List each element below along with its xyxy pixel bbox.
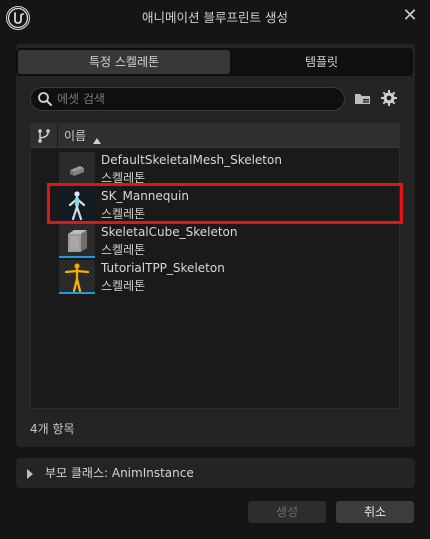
- sort-ascending-icon: [93, 133, 101, 147]
- parent-class-label: 부모 클래스: AnimInstance: [45, 466, 194, 480]
- cube-thumbnail-icon: [59, 224, 95, 258]
- asset-type: 스켈레톤: [101, 243, 146, 257]
- thumbnail-type-bar: [59, 292, 95, 294]
- selection-highlight-box: [47, 183, 403, 224]
- asset-name: SkeletalCube_Skeleton: [101, 225, 238, 239]
- parent-class-expander[interactable]: 부모 클래스: AnimInstance: [16, 458, 415, 488]
- header-divider: [57, 124, 58, 148]
- list-item[interactable]: TutorialTPP_Skeleton 스켈레톤: [31, 258, 399, 294]
- cancel-button[interactable]: 취소: [336, 501, 414, 523]
- list-item[interactable]: SkeletalCube_Skeleton 스켈레톤: [31, 222, 399, 258]
- tab-specific-skeleton[interactable]: 특정 스켈레톤: [18, 50, 230, 74]
- asset-name: DefaultSkeletalMesh_Skeleton: [101, 153, 282, 167]
- close-icon[interactable]: ✕: [398, 4, 422, 28]
- mode-tabs: 특정 스켈레톤 템플릿: [16, 48, 413, 76]
- search-input[interactable]: [57, 89, 337, 109]
- skeletal-mesh-thumbnail-icon: [59, 152, 95, 186]
- window-title: 애니메이션 블루프린트 생성: [142, 10, 288, 25]
- search-icon: [37, 91, 53, 110]
- tutorial-mannequin-thumbnail-icon: [59, 260, 95, 294]
- asset-type: 스켈레톤: [101, 279, 146, 293]
- asset-name: TutorialTPP_Skeleton: [101, 261, 225, 275]
- folder-filter-icon[interactable]: [353, 89, 373, 109]
- search-box: [30, 87, 345, 111]
- tab-template[interactable]: 템플릿: [232, 50, 411, 74]
- list-header: 이름: [31, 124, 399, 148]
- title-bar: 애니메이션 블루프린트 생성 ✕: [0, 0, 430, 36]
- gear-icon[interactable]: [379, 88, 399, 108]
- branch-icon[interactable]: [36, 128, 52, 147]
- name-column-header[interactable]: 이름: [64, 124, 86, 148]
- item-count: 4개 항목: [30, 422, 75, 436]
- create-button[interactable]: 생성: [248, 501, 326, 523]
- list-item[interactable]: DefaultSkeletalMesh_Skeleton 스켈레톤: [31, 150, 399, 186]
- asset-list[interactable]: 이름 DefaultSkeletalMesh_Skeleton 스켈레톤 SK_…: [30, 123, 400, 409]
- chevron-right-icon: [26, 468, 34, 482]
